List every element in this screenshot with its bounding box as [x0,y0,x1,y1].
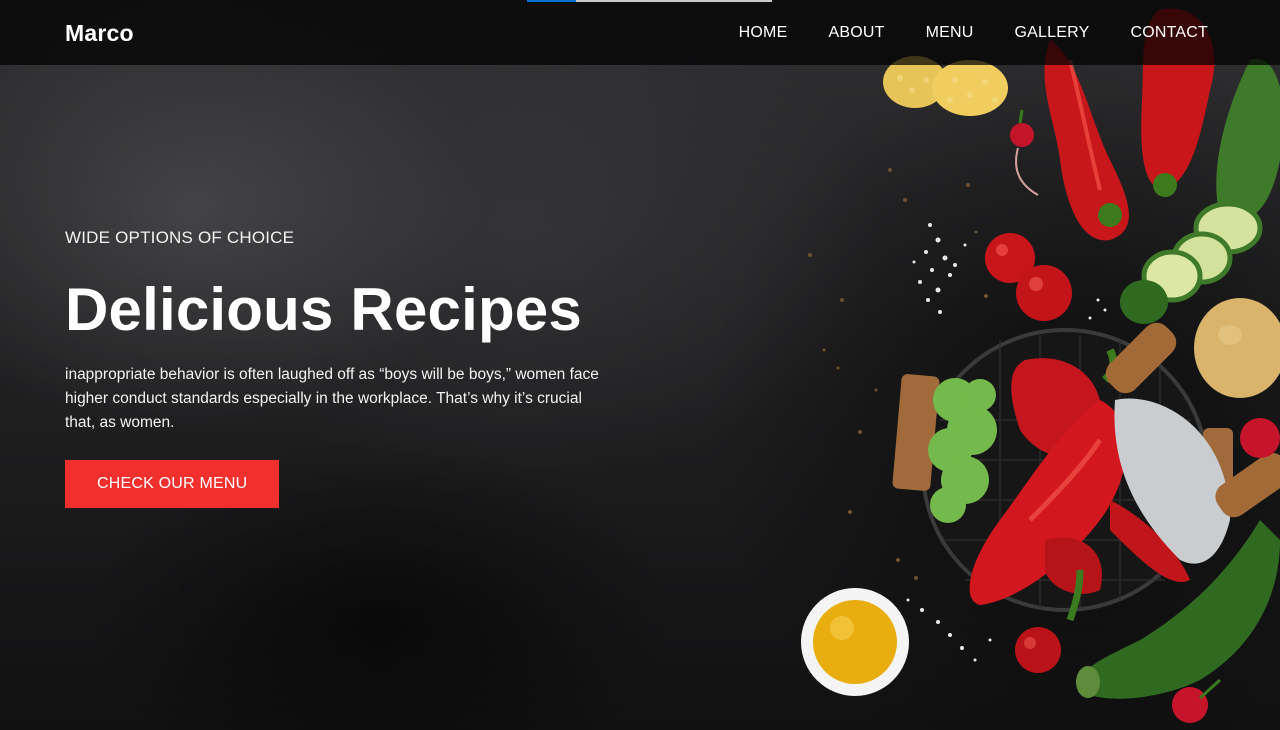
corn-icon [883,56,1008,116]
nav-link-contact[interactable]: CONTACT [1130,24,1208,41]
nav-link-menu[interactable]: MENU [926,24,974,41]
hero-description: inappropriate behavior is often laughed … [65,365,599,431]
nav-link-home[interactable]: HOME [739,24,788,41]
page-load-progress-fill [527,0,576,2]
oil-bowl-icon [801,588,909,696]
potato-icon [1194,298,1280,398]
nav-item-home: HOME [739,24,788,42]
nav-link-gallery[interactable]: GALLERY [1015,24,1090,41]
hero-content: WIDE OPTIONS OF CHOICE Delicious Recipes… [65,228,625,508]
nav-link-about[interactable]: ABOUT [828,24,884,41]
hero-eyebrow: WIDE OPTIONS OF CHOICE [65,228,295,247]
navbar: Marco HOME ABOUT MENU GALLERY CONTACT [0,0,1280,65]
nav-item-about: ABOUT [828,24,884,42]
page-load-progress [527,0,772,2]
nav-item-contact: CONTACT [1130,24,1208,42]
check-menu-button[interactable]: CHECK OUR MENU [65,459,280,508]
nav-item-gallery: GALLERY [1015,24,1090,42]
nav-item-menu: MENU [926,24,974,42]
brand-logo[interactable]: Marco [65,20,134,47]
hero-title: Delicious Recipes [65,276,582,343]
food-ingredients-image [801,8,1280,723]
radish-icon [1010,109,1039,196]
nav-menu: HOME ABOUT MENU GALLERY CONTACT [739,24,1208,42]
